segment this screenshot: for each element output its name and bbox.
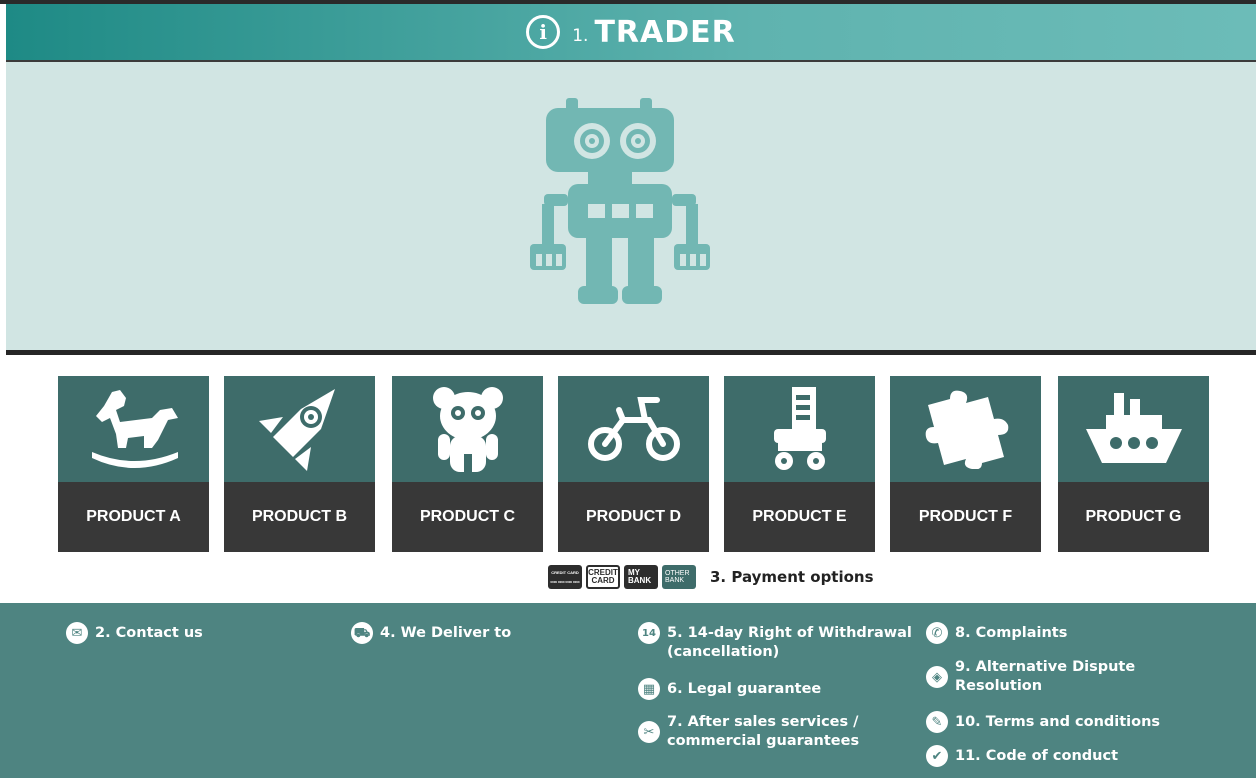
puzzle-icon	[890, 376, 1041, 482]
trader-header: i 1. TRADER	[6, 4, 1256, 60]
hero-divider-bottom	[6, 350, 1256, 355]
tools-icon: ✂	[638, 721, 660, 743]
legal-guarantee-link[interactable]: ▦ 6. Legal guarantee	[638, 678, 822, 700]
we-deliver-to-link[interactable]: ⛟ 4. We Deliver to	[351, 622, 512, 644]
document-icon: ✎	[926, 711, 948, 733]
product-g-label: PRODUCT G	[1058, 482, 1209, 552]
payment-options: CREDIT CARD 0000 0000 0000 0000 CREDIT C…	[548, 565, 874, 589]
product-e-label: PRODUCT E	[724, 482, 875, 552]
product-f-label: PRODUCT F	[890, 482, 1041, 552]
code-of-conduct-label: 11. Code of conduct	[955, 748, 1119, 764]
header-number: 1.	[572, 26, 589, 46]
footer-info: ✉ 2. Contact us ⛟ 4. We Deliver to 14 5.…	[0, 603, 1256, 778]
contact-us-link[interactable]: ✉ 2. Contact us	[66, 622, 203, 644]
we-deliver-to-label: 4. We Deliver to	[380, 625, 512, 641]
calendar-icon: ▦	[638, 678, 660, 700]
robot-icon	[530, 98, 710, 304]
product-d-label: PRODUCT D	[558, 482, 709, 552]
info-icon[interactable]: i	[526, 15, 561, 49]
product-e-card[interactable]: PRODUCT E	[724, 376, 875, 552]
checkmark-icon: ✔	[926, 745, 948, 767]
complaints-label: 8. Complaints	[955, 625, 1068, 641]
product-f-card[interactable]: PRODUCT F	[890, 376, 1041, 552]
product-c-label: PRODUCT C	[392, 482, 543, 552]
envelope-icon: ✉	[66, 622, 88, 644]
payment-options-label[interactable]: 3. Payment options	[710, 568, 874, 586]
rocket-icon	[224, 376, 375, 482]
adr-link[interactable]: ◈ 9. Alternative Dispute Resolution	[926, 658, 1135, 696]
code-of-conduct-link[interactable]: ✔ 11. Code of conduct	[926, 745, 1119, 767]
handshake-icon: ◈	[926, 666, 948, 688]
legal-guarantee-label: 6. Legal guarantee	[667, 681, 822, 697]
bicycle-icon	[558, 376, 709, 482]
product-a-label: PRODUCT A	[58, 482, 209, 552]
product-c-card[interactable]: PRODUCT C	[392, 376, 543, 552]
contact-us-label: 2. Contact us	[95, 625, 203, 641]
after-sales-link[interactable]: ✂ 7. After sales services / commercial g…	[638, 713, 859, 751]
after-sales-label: 7. After sales services / commercial gua…	[667, 714, 860, 749]
other-bank-icon: OTHER BANK	[662, 565, 696, 589]
credit-card-icon: CREDIT CARD 0000 0000 0000 0000	[548, 565, 582, 589]
product-b-label: PRODUCT B	[224, 482, 375, 552]
withdrawal-link[interactable]: 14 5. 14-day Right of Withdrawal (cancel…	[638, 622, 912, 662]
calendar-14-icon: 14	[638, 622, 660, 644]
rocking-horse-icon	[58, 376, 209, 482]
phone-icon: ✆	[926, 622, 948, 644]
product-g-card[interactable]: PRODUCT G	[1058, 376, 1209, 552]
adr-label: 9. Alternative Dispute Resolution	[955, 659, 1136, 694]
complaints-link[interactable]: ✆ 8. Complaints	[926, 622, 1068, 644]
product-b-card[interactable]: PRODUCT B	[224, 376, 375, 552]
terms-link[interactable]: ✎ 10. Terms and conditions	[926, 711, 1161, 733]
teddy-bear-icon	[392, 376, 543, 482]
credit-card-text-icon: CREDIT CARD	[586, 565, 620, 589]
truck-icon: ⛟	[351, 622, 373, 644]
my-bank-icon: MY BANK	[624, 565, 658, 589]
withdrawal-label: 5. 14-day Right of Withdrawal (cancellat…	[667, 625, 912, 660]
ship-icon	[1058, 376, 1209, 482]
product-d-card[interactable]: PRODUCT D	[558, 376, 709, 552]
header-title: TRADER	[594, 14, 736, 50]
terms-label: 10. Terms and conditions	[955, 714, 1161, 730]
product-a-card[interactable]: PRODUCT A	[58, 376, 209, 552]
roller-skate-icon	[724, 376, 875, 482]
